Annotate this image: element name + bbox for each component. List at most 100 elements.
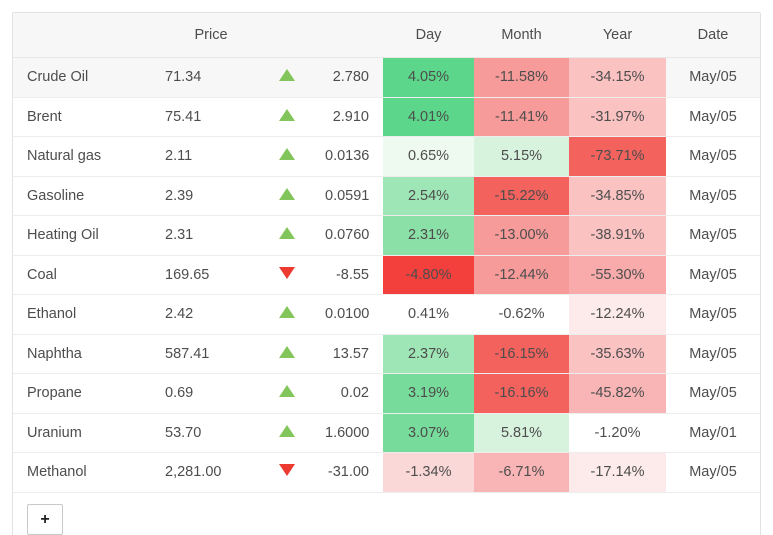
commodity-month-change: -0.62% <box>474 294 569 335</box>
commodity-date: May/01 <box>666 413 760 453</box>
commodity-day-change: 0.65% <box>383 136 474 177</box>
commodity-price: 0.69 <box>161 373 261 414</box>
commodity-change: 0.0100 <box>313 294 383 335</box>
commodity-year-change: -73.71% <box>569 136 666 177</box>
arrow-down-icon <box>279 266 295 279</box>
table-row[interactable]: Naphtha 587.41 13.57 2.37% -16.15% -35.63% May… <box>13 334 760 374</box>
commodity-day-change: 2.37% <box>383 334 474 374</box>
table-row[interactable]: Heating Oil 2.31 0.0760 2.31% -13.00% -38.91%… <box>13 215 760 256</box>
commodity-direction <box>261 334 313 374</box>
commodity-date: May/05 <box>666 452 760 493</box>
commodity-name: Propane <box>13 373 161 414</box>
table-row[interactable]: Uranium 53.70 1.6000 3.07% 5.81% -1.20% May/01 <box>13 413 760 453</box>
table-row[interactable]: Ethanol 2.42 0.0100 0.41% -0.62% -12.24% May/0… <box>13 294 760 335</box>
commodity-change: -31.00 <box>313 452 383 493</box>
arrow-up-icon <box>279 227 295 240</box>
plus-icon: + <box>40 510 50 528</box>
commodity-name: Gasoline <box>13 176 161 216</box>
commodity-change: 0.0136 <box>313 136 383 177</box>
column-header-price[interactable]: Price <box>161 13 261 58</box>
commodity-date: May/05 <box>666 57 760 98</box>
commodity-direction <box>261 452 313 493</box>
arrow-up-icon <box>279 108 295 121</box>
commodity-month-change: -11.41% <box>474 97 569 137</box>
add-commodity-button[interactable]: + <box>27 504 63 535</box>
commodity-direction <box>261 57 313 98</box>
arrow-down-icon <box>279 464 295 477</box>
add-row-cell: + <box>13 492 760 535</box>
table-row[interactable]: Gasoline 2.39 0.0591 2.54% -15.22% -34.85% May… <box>13 176 760 216</box>
commodity-direction <box>261 413 313 453</box>
commodity-year-change: -34.85% <box>569 176 666 216</box>
commodity-year-change: -17.14% <box>569 452 666 493</box>
column-header-change[interactable] <box>313 13 383 58</box>
commodity-name: Heating Oil <box>13 215 161 256</box>
commodity-change: 13.57 <box>313 334 383 374</box>
column-header-year[interactable]: Year <box>569 13 666 58</box>
commodity-change: 2.910 <box>313 97 383 137</box>
commodity-direction <box>261 294 313 335</box>
table-row[interactable]: Crude Oil 71.34 2.780 4.05% -11.58% -34.15% Ma… <box>13 57 760 98</box>
add-row: + <box>13 492 760 535</box>
commodity-month-change: -6.71% <box>474 452 569 493</box>
commodity-day-change: 0.41% <box>383 294 474 335</box>
commodity-price: 2,281.00 <box>161 452 261 493</box>
commodity-day-change: 3.07% <box>383 413 474 453</box>
commodity-date: May/05 <box>666 334 760 374</box>
commodity-direction <box>261 373 313 414</box>
commodity-month-change: 5.15% <box>474 136 569 177</box>
commodity-year-change: -38.91% <box>569 215 666 256</box>
table-row[interactable]: Methanol 2,281.00 -31.00 -1.34% -6.71% -17.14… <box>13 452 760 493</box>
commodity-date: May/05 <box>666 136 760 177</box>
column-header-month[interactable]: Month <box>474 13 569 58</box>
commodity-price: 71.34 <box>161 57 261 98</box>
commodity-change: 2.780 <box>313 57 383 98</box>
header-row: Price Day Month Year Date <box>13 13 760 58</box>
commodity-price: 2.42 <box>161 294 261 335</box>
table-header: Price Day Month Year Date <box>13 13 760 58</box>
commodity-price: 2.39 <box>161 176 261 216</box>
commodity-date: May/05 <box>666 215 760 256</box>
commodity-change: -8.55 <box>313 255 383 295</box>
commodity-day-change: 2.31% <box>383 215 474 256</box>
arrow-up-icon <box>279 69 295 82</box>
commodity-date: May/05 <box>666 294 760 335</box>
commodity-price: 587.41 <box>161 334 261 374</box>
commodity-name: Coal <box>13 255 161 295</box>
commodity-name: Naphtha <box>13 334 161 374</box>
arrow-up-icon <box>279 187 295 200</box>
commodity-month-change: -11.58% <box>474 57 569 98</box>
commodity-change: 0.0760 <box>313 215 383 256</box>
column-header-date[interactable]: Date <box>666 13 760 58</box>
commodity-month-change: -13.00% <box>474 215 569 256</box>
commodity-month-change: -15.22% <box>474 176 569 216</box>
arrow-up-icon <box>279 345 295 358</box>
table-row[interactable]: Propane 0.69 0.02 3.19% -16.16% -45.82% May/05 <box>13 373 760 414</box>
commodity-price: 75.41 <box>161 97 261 137</box>
arrow-up-icon <box>279 148 295 161</box>
commodity-name: Methanol <box>13 452 161 493</box>
commodity-name: Ethanol <box>13 294 161 335</box>
table-row[interactable]: Natural gas 2.11 0.0136 0.65% 5.15% -73.71% Ma… <box>13 136 760 177</box>
arrow-up-icon <box>279 385 295 398</box>
commodity-year-change: -55.30% <box>569 255 666 295</box>
column-header-name[interactable] <box>13 13 161 58</box>
commodity-date: May/05 <box>666 176 760 216</box>
commodity-year-change: -12.24% <box>569 294 666 335</box>
commodities-panel: Price Day Month Year Date Crude Oil 71.34… <box>0 0 773 535</box>
commodity-price: 2.11 <box>161 136 261 177</box>
commodity-price: 53.70 <box>161 413 261 453</box>
column-header-day[interactable]: Day <box>383 13 474 58</box>
commodity-year-change: -34.15% <box>569 57 666 98</box>
commodity-price: 169.65 <box>161 255 261 295</box>
commodity-month-change: 5.81% <box>474 413 569 453</box>
commodity-day-change: 4.01% <box>383 97 474 137</box>
column-header-direction[interactable] <box>261 13 313 58</box>
arrow-up-icon <box>279 306 295 319</box>
commodity-name: Uranium <box>13 413 161 453</box>
table-row[interactable]: Brent 75.41 2.910 4.01% -11.41% -31.97% May/05 <box>13 97 760 137</box>
commodity-month-change: -16.16% <box>474 373 569 414</box>
table-row[interactable]: Coal 169.65 -8.55 -4.80% -12.44% -55.30% May/0… <box>13 255 760 295</box>
commodity-date: May/05 <box>666 97 760 137</box>
commodity-year-change: -1.20% <box>569 413 666 453</box>
